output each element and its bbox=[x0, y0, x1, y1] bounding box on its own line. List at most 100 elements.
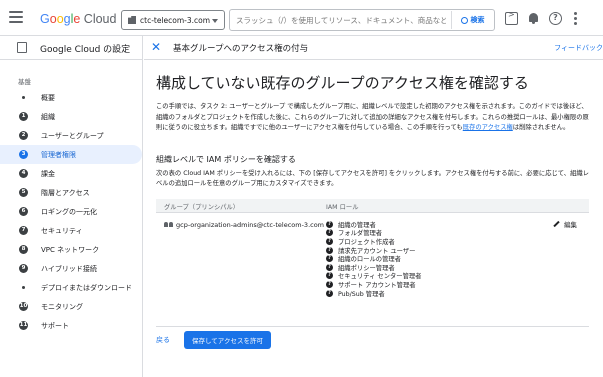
search-box: 検索 bbox=[229, 9, 495, 31]
help-icon[interactable]: ? bbox=[549, 12, 562, 25]
sidebar-item[interactable]: 6 ロギングの一元化 bbox=[0, 202, 142, 221]
back-button[interactable]: 戻る bbox=[156, 335, 170, 345]
project-picker[interactable]: ctc-telecom-3.com bbox=[121, 10, 225, 30]
sidebar-item[interactable]: 1 組織 bbox=[0, 107, 142, 126]
table-row: gcp-organization-admins@ctc-telecom-3.co… bbox=[156, 213, 589, 327]
setup-sidebar: Google Cloud の設定 基盤 概要 1 組織 2 ユーザーとグループ 3 管理者権… bbox=[0, 36, 143, 377]
sidebar-item[interactable]: 11 サポート bbox=[0, 316, 142, 335]
sidebar-item[interactable]: 9 ハイブリッド接続 bbox=[0, 259, 142, 278]
top-bar: Google Cloud ctc-telecom-3.com 検索 ? bbox=[0, 0, 603, 36]
iam-policy-table: グループ（プリンシパル） IAM ロール gcp-organization-ad… bbox=[156, 199, 589, 327]
sidebar-item[interactable]: 概要 bbox=[0, 88, 142, 107]
sidebar-item-label: サポート bbox=[41, 321, 69, 330]
panel-header: ✕ 基本グループへのアクセス権の付与 フィードバック bbox=[144, 36, 603, 60]
role-help-icon[interactable]: ? bbox=[326, 280, 333, 288]
sidebar-item-label: セキュリティ bbox=[41, 226, 83, 235]
sidebar-item-label: 組織 bbox=[41, 112, 55, 121]
notifications-bell-icon[interactable] bbox=[527, 12, 540, 25]
group-icon bbox=[164, 222, 173, 228]
google-cloud-logo[interactable]: Google Cloud bbox=[40, 12, 116, 26]
role-help-icon[interactable]: ? bbox=[326, 220, 333, 228]
sidebar-item-label: デプロイまたはダウンロード bbox=[41, 283, 132, 292]
table-header: グループ（プリンシパル） IAM ロール bbox=[156, 199, 589, 213]
role-help-icon[interactable]: ? bbox=[326, 237, 333, 245]
hamburger-menu-icon[interactable] bbox=[9, 11, 23, 25]
step-number-badge: 11 bbox=[19, 321, 28, 330]
sidebar-item-label: ユーザーとグループ bbox=[41, 131, 104, 140]
main-panel: ✕ 基本グループへのアクセス権の付与 フィードバック 構成していない既存のグルー… bbox=[144, 36, 603, 377]
sidebar-item[interactable]: 10 モニタリング bbox=[0, 297, 142, 316]
sidebar-item[interactable]: 7 セキュリティ bbox=[0, 221, 142, 240]
role-item: ? Pub/Sub 管理者 bbox=[326, 289, 421, 298]
role-item: ? セキュリティ センター管理者 bbox=[326, 272, 421, 280]
checklist-icon bbox=[17, 42, 27, 53]
step-number-badge: 9 bbox=[19, 264, 28, 273]
group-principal: gcp-organization-admins@ctc-telecom-3.co… bbox=[164, 220, 324, 231]
bullet-icon bbox=[22, 96, 25, 99]
role-item: ? 組織の管理者 bbox=[326, 220, 421, 229]
column-header-group: グループ（プリンシパル） bbox=[164, 204, 239, 211]
role-item: ? 請求先アカウント ユーザー bbox=[326, 246, 421, 255]
search-input[interactable] bbox=[236, 13, 446, 27]
search-button[interactable]: 検索 bbox=[451, 11, 493, 29]
role-list: ? 組織の管理者? フォルダ管理者? プロジェクト作成者? 請求先アカウント ユーザー?… bbox=[326, 220, 421, 298]
step-number-badge: 1 bbox=[19, 112, 28, 121]
role-item: ? プロジェクト作成者 bbox=[326, 237, 421, 246]
sidebar-section-label: 基盤 bbox=[18, 78, 31, 86]
more-options-icon[interactable] bbox=[574, 12, 578, 25]
role-help-icon[interactable]: ? bbox=[326, 272, 333, 280]
step-number-badge: 10 bbox=[19, 302, 28, 311]
bullet-icon bbox=[22, 286, 25, 289]
organization-icon bbox=[128, 16, 136, 24]
step-number-badge: 5 bbox=[19, 188, 28, 197]
sidebar-item[interactable]: デプロイまたはダウンロード bbox=[0, 278, 142, 297]
intro-paragraph: この手順では、タスク 2: ユーザーとグループ で構成したグループ用に、組織レベ… bbox=[156, 103, 589, 131]
step-number-badge: 2 bbox=[19, 131, 28, 140]
step-number-badge: 4 bbox=[19, 169, 28, 178]
role-item: ? 組織ポリシー管理者 bbox=[326, 263, 421, 272]
edit-roles-button[interactable]: 編集 bbox=[553, 219, 577, 229]
feedback-link[interactable]: フィードバック bbox=[554, 43, 603, 53]
close-icon[interactable]: ✕ bbox=[151, 40, 161, 54]
role-item: ? 組織のロールの管理者 bbox=[326, 254, 421, 263]
role-help-icon[interactable]: ? bbox=[326, 255, 333, 263]
sidebar-item[interactable]: 4 課金 bbox=[0, 164, 142, 183]
existing-access-link[interactable]: 既存のアクセス権 bbox=[463, 124, 513, 131]
pencil-icon bbox=[553, 220, 560, 228]
step-number-badge: 7 bbox=[19, 226, 28, 235]
sidebar-item-label: 管理者権限 bbox=[41, 150, 76, 159]
panel-title: 基本グループへのアクセス権の付与 bbox=[173, 44, 309, 54]
section-heading: 組織レベルで IAM ポリシーを確認する bbox=[156, 155, 296, 164]
sidebar-item-label: モニタリング bbox=[41, 302, 83, 311]
role-help-icon[interactable]: ? bbox=[326, 246, 333, 254]
sidebar-item-label: VPC ネットワーク bbox=[41, 245, 100, 254]
project-name: ctc-telecom-3.com bbox=[140, 15, 211, 25]
sidebar-item-label: 概要 bbox=[41, 93, 55, 102]
chevron-down-icon bbox=[212, 19, 218, 23]
sidebar-item-label: 階層とアクセス bbox=[41, 188, 90, 197]
role-item: ? サポート アカウント管理者 bbox=[326, 280, 421, 289]
sidebar-item-label: ハイブリッド接続 bbox=[41, 264, 97, 273]
step-number-badge: 8 bbox=[19, 245, 28, 254]
page-heading: 構成していない既存のグループのアクセス権を確認する bbox=[156, 74, 529, 92]
save-and-grant-access-button[interactable]: 保存してアクセスを許可 bbox=[184, 331, 271, 349]
section-description: 次の表の Cloud IAM ポリシーを受け入れるには、下の [保存してアクセス… bbox=[156, 170, 589, 187]
sidebar-title: Google Cloud の設定 bbox=[40, 45, 131, 55]
role-help-icon[interactable]: ? bbox=[326, 289, 333, 297]
sidebar-item-label: ロギングの一元化 bbox=[41, 207, 97, 216]
sidebar-item[interactable]: 8 VPC ネットワーク bbox=[0, 240, 142, 259]
sidebar-item[interactable]: 5 階層とアクセス bbox=[0, 183, 142, 202]
role-item: ? フォルダ管理者 bbox=[326, 229, 421, 237]
role-help-icon[interactable]: ? bbox=[326, 229, 333, 237]
column-header-roles: IAM ロール bbox=[326, 204, 359, 211]
sidebar-item[interactable]: 2 ユーザーとグループ bbox=[0, 126, 142, 145]
sidebar-header: Google Cloud の設定 bbox=[0, 36, 143, 60]
role-name: Pub/Sub 管理者 bbox=[338, 290, 385, 298]
step-number-badge: 3 bbox=[19, 150, 28, 159]
sidebar-item[interactable]: 3 管理者権限 bbox=[0, 145, 142, 164]
sidebar-item-label: 課金 bbox=[41, 169, 55, 178]
role-help-icon[interactable]: ? bbox=[326, 263, 333, 271]
cloud-shell-icon[interactable] bbox=[505, 10, 518, 25]
step-number-badge: 6 bbox=[19, 207, 28, 216]
action-bar: 戻る 保存してアクセスを許可 bbox=[156, 331, 271, 349]
